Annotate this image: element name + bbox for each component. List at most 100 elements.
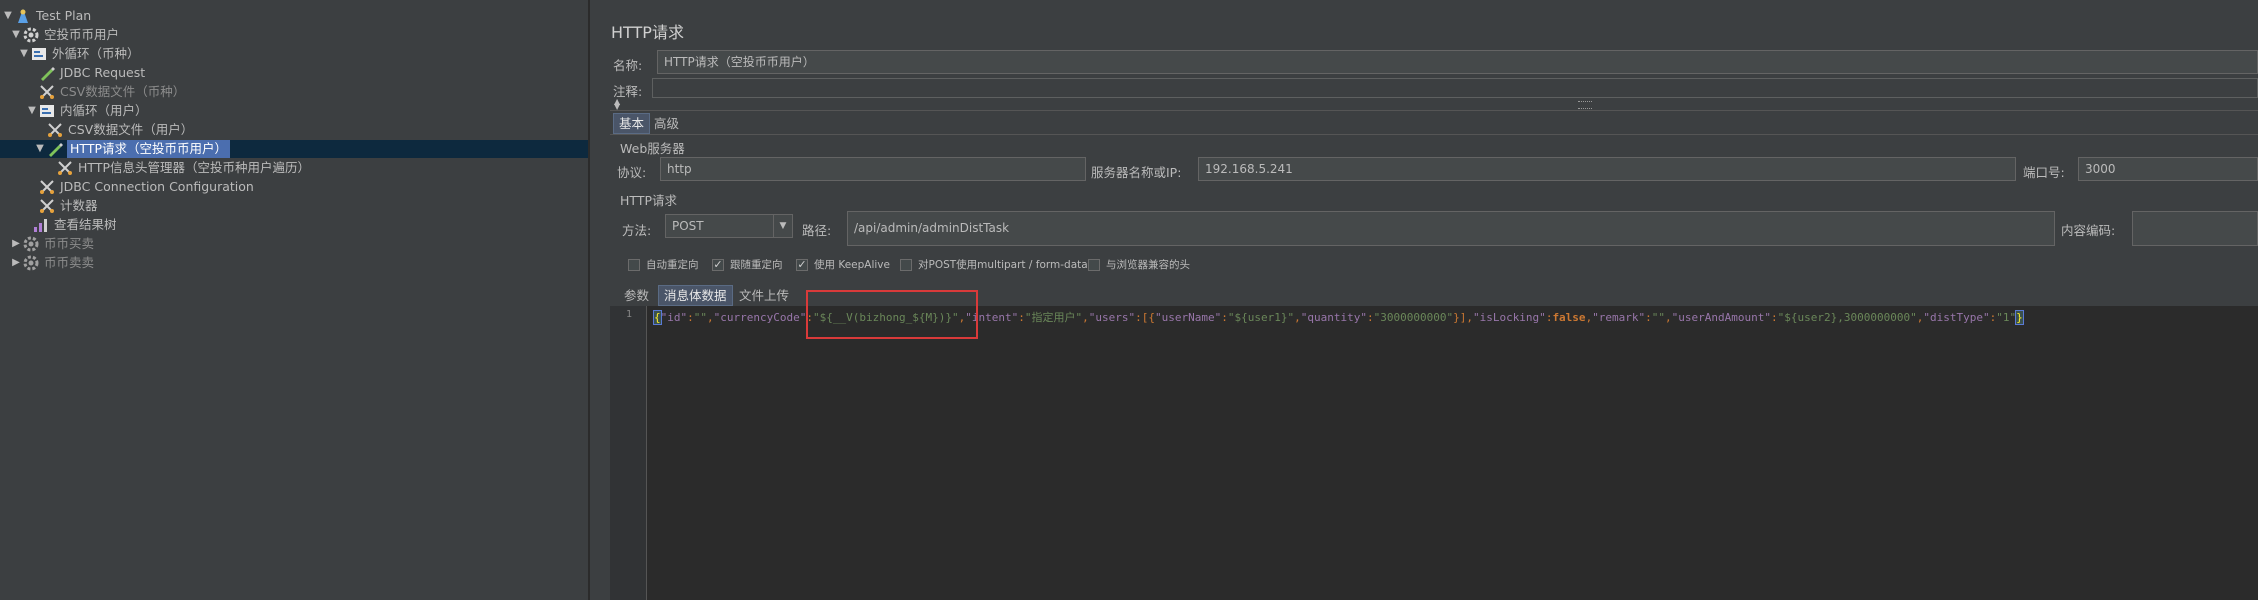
code-token: {: [653, 310, 662, 325]
tree-item-label: CSV数据文件（用户）: [68, 122, 194, 137]
tree-item-thread-group-2[interactable]: ▶ 币币买卖: [10, 235, 95, 253]
tab-basic[interactable]: 基本: [613, 113, 651, 134]
code-token: "userAndAmount": [1671, 311, 1772, 324]
check-mark-icon[interactable]: ✓: [796, 258, 808, 271]
tab-body-data[interactable]: 消息体数据: [658, 285, 733, 306]
collapse-toggle-icon[interactable]: ▼: [34, 140, 46, 158]
tab-advanced[interactable]: 高级: [649, 114, 684, 133]
dropdown-arrow-icon[interactable]: ▼: [773, 215, 792, 237]
check-mark-icon[interactable]: ✓: [712, 258, 724, 271]
auto-redirect-checkbox[interactable]: 自动重定向: [628, 257, 699, 272]
page-title: HTTP请求: [611, 23, 684, 42]
method-value: POST: [672, 219, 704, 233]
config-scissors-icon: [46, 122, 64, 138]
protocol-input[interactable]: http: [660, 157, 1086, 181]
tree-item-label: 计数器: [60, 198, 98, 213]
line-number: 1: [626, 309, 633, 320]
code-token: ,: [1294, 311, 1301, 324]
loop-controller-icon: [38, 103, 56, 119]
tree-item-header-manager[interactable]: HTTP信息头管理器（空投币种用户遍历）: [56, 159, 311, 177]
tree-item-outer-loop[interactable]: ▼ 外循环（币种）: [18, 45, 141, 63]
comment-field[interactable]: [652, 78, 2258, 98]
code-token: :: [1366, 311, 1374, 324]
method-label: 方法:: [622, 223, 652, 238]
checkbox-box[interactable]: [628, 258, 640, 271]
code-token: :[{: [1135, 311, 1156, 324]
collapse-toggle-icon[interactable]: ▼: [2, 7, 14, 25]
protocol-label: 协议:: [617, 165, 647, 180]
tree-item-label: 币币卖卖: [44, 255, 95, 270]
browser-headers-checkbox[interactable]: 与浏览器兼容的头: [1088, 257, 1190, 272]
server-label: 服务器名称或IP:: [1091, 165, 1182, 180]
code-token: }],: [1453, 311, 1473, 324]
divider: [610, 134, 2258, 135]
web-server-section-label: Web服务器: [620, 141, 685, 156]
collapse-toggle-icon[interactable]: ▼: [26, 102, 38, 120]
multipart-checkbox[interactable]: 对POST使用multipart / form-data: [900, 257, 1088, 272]
test-plan-tree: ▼ Test Plan ▼ 空投币币用户 ▼ 外循环（币种） JDBC Requ…: [0, 0, 589, 600]
sampler-pen-icon: [46, 141, 64, 157]
code-token: "id": [660, 311, 688, 324]
path-label: 路径:: [802, 223, 832, 238]
tree-item-thread-group-3[interactable]: ▶ 币币卖卖: [10, 254, 95, 272]
tree-item-label: CSV数据文件（币种）: [60, 84, 186, 99]
code-token: :: [1645, 311, 1652, 324]
tree-item-label: HTTP请求（空投币币用户）: [67, 140, 230, 158]
tree-item-inner-loop[interactable]: ▼ 内循环（用户）: [26, 102, 149, 120]
collapse-arrows-icon[interactable]: ▲ ▼: [614, 98, 634, 111]
code-token: "distType": [1923, 311, 1990, 324]
config-scissors-icon: [38, 198, 56, 214]
keepalive-checkbox[interactable]: ✓ 使用 KeepAlive: [796, 257, 890, 272]
name-field[interactable]: HTTP请求（空投币币用户）: [657, 50, 2258, 74]
tree-item-label: 查看结果树: [54, 217, 117, 232]
code-token: "${user1}": [1227, 311, 1295, 324]
tree-item-test-plan[interactable]: ▼ Test Plan: [2, 7, 92, 25]
code-token: ,: [1082, 311, 1089, 324]
sampler-pen-icon: [38, 65, 56, 81]
tree-item-jdbc-request[interactable]: JDBC Request: [38, 64, 146, 82]
server-input[interactable]: 192.168.5.241: [1198, 157, 2016, 181]
tree-item-label: 币币买卖: [44, 236, 95, 251]
tree-item-jdbc-connection[interactable]: JDBC Connection Configuration: [38, 178, 255, 196]
port-input[interactable]: 3000: [2078, 157, 2258, 181]
http-request-section-label: HTTP请求: [620, 193, 677, 208]
follow-redirect-checkbox[interactable]: ✓ 跟随重定向: [712, 257, 783, 272]
tree-item-results-tree[interactable]: 查看结果树: [32, 216, 118, 234]
encoding-input[interactable]: [2132, 211, 2258, 246]
code-token: "指定用户": [1024, 311, 1083, 324]
highlight-annotation-box: [806, 290, 978, 339]
tree-item-label: HTTP信息头管理器（空投币种用户遍历）: [78, 160, 310, 175]
resize-grip-icon[interactable]: [1578, 101, 1592, 109]
thread-group-gear-icon: [22, 236, 40, 252]
code-token: ,: [707, 311, 714, 324]
checkbox-label: 与浏览器兼容的头: [1106, 259, 1190, 271]
tree-item-counter[interactable]: 计数器: [38, 197, 99, 215]
checkbox-box[interactable]: [1088, 258, 1100, 271]
thread-group-gear-icon: [22, 27, 40, 43]
checkbox-label: 使用 KeepAlive: [814, 259, 890, 271]
tree-item-csv-user[interactable]: CSV数据文件（用户）: [46, 121, 194, 139]
expand-toggle-icon[interactable]: ▶: [10, 254, 22, 272]
tab-file-upload[interactable]: 文件上传: [734, 286, 794, 305]
code-token: "3000000000": [1373, 311, 1454, 324]
expand-toggle-icon[interactable]: ▶: [10, 235, 22, 253]
tree-item-thread-group[interactable]: ▼ 空投币币用户: [10, 26, 120, 44]
config-scissors-icon: [38, 84, 56, 100]
listener-chart-icon: [32, 217, 50, 233]
loop-controller-icon: [30, 46, 48, 62]
body-data-editor[interactable]: 1 {"id":"","currencyCode":"${__V(bizhong…: [610, 306, 2258, 600]
name-label: 名称:: [613, 58, 643, 73]
divider: [610, 110, 2258, 111]
checkbox-box[interactable]: [900, 258, 912, 271]
method-select[interactable]: POST ▼: [665, 214, 793, 238]
collapse-toggle-icon[interactable]: ▼: [10, 26, 22, 44]
encoding-label: 内容编码:: [2061, 223, 2116, 238]
path-input[interactable]: /api/admin/adminDistTask: [847, 211, 2055, 246]
tab-parameters[interactable]: 参数: [619, 286, 654, 305]
collapse-toggle-icon[interactable]: ▼: [18, 45, 30, 63]
code-token: false: [1552, 311, 1586, 324]
tree-item-csv-currency[interactable]: CSV数据文件（币种）: [38, 83, 186, 101]
tree-item-http-request-selected[interactable]: ▼ HTTP请求（空投币币用户）: [0, 140, 588, 158]
code-token: "quantity": [1300, 311, 1367, 324]
checkbox-label: 自动重定向: [646, 259, 699, 271]
